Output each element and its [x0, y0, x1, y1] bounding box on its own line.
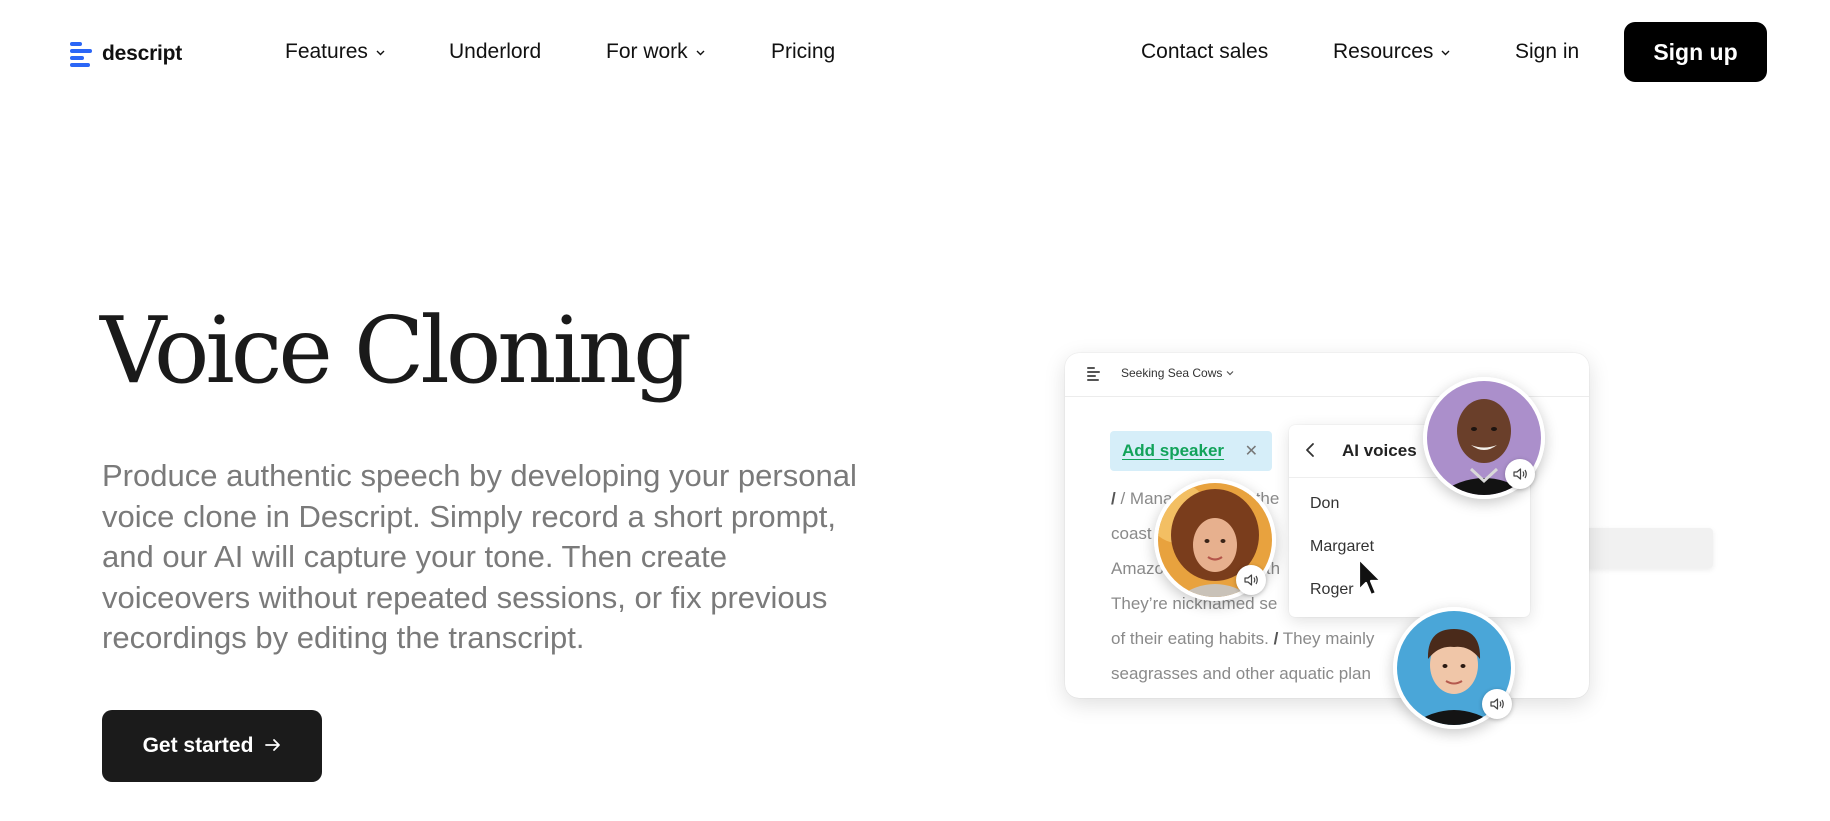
get-started-label: Get started — [142, 734, 254, 757]
nav-underlord-label: Underlord — [449, 40, 542, 63]
nav-contact-sales[interactable]: Contact sales — [1141, 40, 1268, 64]
nav-sign-in-label: Sign in — [1515, 40, 1580, 63]
chevron-down-icon — [1226, 371, 1234, 376]
nav-pricing-label: Pricing — [771, 40, 836, 63]
chevron-left-icon[interactable] — [1305, 442, 1315, 463]
sign-up-button[interactable]: Sign up — [1624, 22, 1767, 82]
chevron-down-icon — [696, 48, 705, 57]
voice-option-don[interactable]: Don — [1310, 495, 1339, 513]
site-header: descript Features Underlord For work Pri… — [0, 0, 1830, 104]
arrow-right-icon — [265, 734, 281, 758]
descript-logo[interactable]: descript — [70, 40, 182, 68]
chevron-down-icon — [1441, 48, 1450, 57]
speaker-icon — [1482, 689, 1512, 719]
nav-sign-in[interactable]: Sign in — [1515, 40, 1579, 64]
hero-description: Produce authentic speech by developing y… — [102, 458, 857, 655]
page-title: Voice Cloning — [100, 297, 692, 404]
nav-contact-sales-label: Contact sales — [1141, 40, 1269, 63]
document-title-text: Seeking Sea Cows — [1121, 366, 1223, 380]
nav-features[interactable]: Features — [285, 40, 385, 64]
add-speaker-label: Add speaker — [1122, 441, 1225, 460]
nav-underlord[interactable]: Underlord — [449, 40, 541, 64]
ai-voices-title: AI voices — [1342, 441, 1417, 460]
chevron-down-icon — [376, 48, 385, 57]
descript-logo-icon — [70, 40, 94, 68]
add-speaker-chip: Add speaker ✕ — [1110, 431, 1272, 471]
voice-option-roger[interactable]: Roger — [1310, 581, 1354, 599]
nav-for-work-label: For work — [606, 40, 688, 63]
nav-resources-label: Resources — [1333, 40, 1434, 63]
logo-wordmark: descript — [102, 42, 183, 65]
close-icon: ✕ — [1244, 443, 1258, 460]
menu-icon — [1087, 366, 1100, 381]
mouse-cursor-icon — [1356, 557, 1386, 604]
speaker-icon — [1505, 459, 1535, 489]
document-title: Seeking Sea Cows — [1121, 366, 1234, 380]
get-started-button[interactable]: Get started — [102, 710, 322, 782]
speaker-icon — [1236, 565, 1266, 595]
nav-for-work[interactable]: For work — [606, 40, 705, 64]
nav-pricing[interactable]: Pricing — [771, 40, 835, 64]
nav-features-label: Features — [285, 40, 368, 63]
voice-option-margaret[interactable]: Margaret — [1310, 538, 1374, 556]
nav-resources[interactable]: Resources — [1333, 40, 1450, 64]
